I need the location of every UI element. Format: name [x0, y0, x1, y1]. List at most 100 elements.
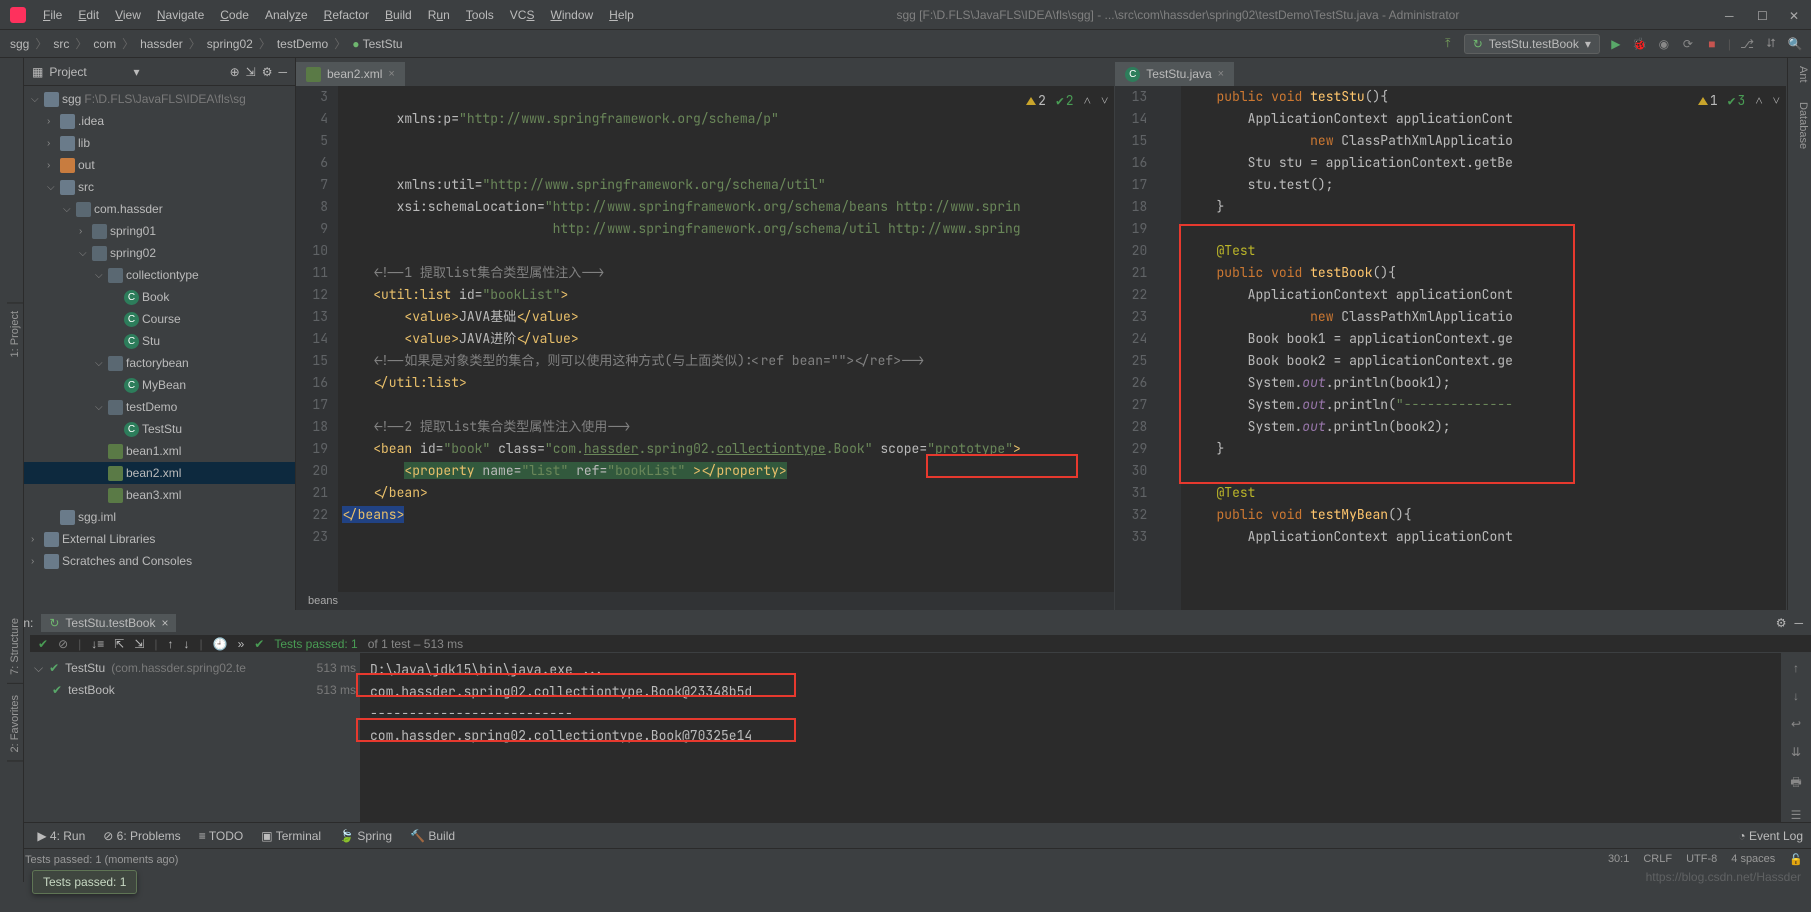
test-row[interactable]: ✔testBook513 ms [34, 679, 356, 701]
expand-icon[interactable]: ⇱ [114, 637, 124, 651]
close-tab-icon[interactable]: × [388, 68, 394, 80]
menu-run[interactable]: Run [421, 5, 457, 25]
tree-row[interactable]: ⌵com.hassder [24, 198, 295, 220]
prev-icon[interactable]: ↑ [168, 637, 174, 651]
menu-code[interactable]: Code [213, 5, 256, 25]
tree-row[interactable]: bean3.xml [24, 484, 295, 506]
menu-view[interactable]: View [108, 5, 148, 25]
down-icon[interactable]: ↓ [1793, 689, 1799, 703]
hide-icon[interactable]: ─ [278, 65, 287, 79]
chevron-up-icon[interactable]: ˄ [1755, 90, 1762, 112]
favorites-tool-button[interactable]: 2: Favorites [7, 687, 23, 761]
menu-file[interactable]: File [36, 5, 69, 25]
breadcrumb-item[interactable]: testDemo [275, 35, 330, 53]
breadcrumb-item[interactable]: sgg [8, 35, 31, 53]
gear-icon[interactable]: ⚙ [1776, 616, 1787, 630]
tree-row[interactable]: ⌵factorybean [24, 352, 295, 374]
menu-build[interactable]: Build [378, 5, 419, 25]
up-icon[interactable]: ↑ [1793, 661, 1799, 675]
ant-tool-button[interactable]: Ant [1795, 58, 1811, 91]
close-tab-icon[interactable]: × [1218, 68, 1224, 80]
print-icon[interactable]: 🖶 [1790, 773, 1801, 794]
run-tab[interactable]: ↻ TestStu.testBook × [41, 614, 176, 632]
tree-row[interactable]: bean1.xml [24, 440, 295, 462]
tree-row[interactable]: ⌵src [24, 176, 295, 198]
project-tool-button[interactable]: 1: Project [7, 302, 23, 365]
scroll-icon[interactable]: ⇊ [1791, 745, 1801, 759]
test-tree[interactable]: ⌵✔TestStu(com.hassder.spring02.te513 ms✔… [30, 653, 360, 822]
menu-help[interactable]: Help [602, 5, 641, 25]
menu-analyze[interactable]: Analyze [258, 5, 315, 25]
tree-row[interactable]: ›External Libraries [24, 528, 295, 550]
wrap-icon[interactable]: ↩ [1791, 717, 1801, 731]
pass-icon[interactable]: ✔ [38, 637, 48, 651]
filter-icon[interactable]: ☰ [1791, 808, 1802, 822]
breadcrumb-item[interactable]: spring02 [205, 35, 255, 53]
update-icon[interactable]: ⮃ [1763, 36, 1779, 52]
search-icon[interactable]: 🔍 [1787, 36, 1803, 52]
tab-teststu-java[interactable]: C TestStu.java × [1115, 60, 1234, 86]
menu-refactor[interactable]: Refactor [317, 5, 376, 25]
menu-tools[interactable]: Tools [459, 5, 501, 25]
maximize-icon[interactable]: ☐ [1757, 9, 1769, 21]
run-config-selector[interactable]: ↻ TestStu.testBook ▾ [1464, 34, 1600, 54]
expand-icon[interactable]: ⇲ [246, 65, 256, 79]
breadcrumb-item[interactable]: ● TestStu [350, 35, 404, 53]
tree-row[interactable]: sgg.iml [24, 506, 295, 528]
build-icon[interactable]: ⤒ [1440, 36, 1456, 52]
tab-problems[interactable]: ⊘ 6: Problems [103, 829, 180, 843]
minimize-icon[interactable]: ─ [1725, 9, 1737, 21]
export-icon[interactable]: » [238, 637, 245, 651]
menu-edit[interactable]: Edit [71, 5, 106, 25]
chevron-down-icon[interactable]: ˅ [1101, 90, 1108, 112]
tab-bean2-xml[interactable]: bean2.xml × [296, 60, 405, 86]
close-icon[interactable]: ✕ [1789, 9, 1801, 21]
lock-icon[interactable]: 🔓 [1789, 853, 1803, 866]
tree-row[interactable]: ›lib [24, 132, 295, 154]
chevron-down-icon[interactable]: ˅ [1773, 90, 1780, 112]
tree-row[interactable]: CBook [24, 286, 295, 308]
tree-row[interactable]: ⌵spring02 [24, 242, 295, 264]
run-icon[interactable]: ▶ [1608, 36, 1624, 52]
tab-spring[interactable]: 🍃 Spring [339, 829, 392, 843]
vcs-icon[interactable]: ⎇ [1739, 36, 1755, 52]
tree-row[interactable]: bean2.xml [24, 462, 295, 484]
profile-icon[interactable]: ⟳ [1680, 36, 1696, 52]
tree-row[interactable]: ›.idea [24, 110, 295, 132]
coverage-icon[interactable]: ◉ [1656, 36, 1672, 52]
tree-row[interactable]: ›Scratches and Consoles [24, 550, 295, 572]
code-editor-left[interactable]: 34567891011121314151617181920212223 xmln… [296, 86, 1114, 592]
menu-vcs[interactable]: VCS [503, 5, 542, 25]
breadcrumb-item[interactable]: com [91, 35, 118, 53]
locate-icon[interactable]: ⊕ [230, 65, 240, 79]
menu-window[interactable]: Window [543, 5, 600, 25]
next-icon[interactable]: ↓ [184, 637, 190, 651]
tree-row[interactable]: ›spring01 [24, 220, 295, 242]
fail-icon[interactable]: ⊘ [58, 637, 68, 651]
collapse-icon[interactable]: ⇲ [134, 637, 144, 651]
breadcrumb-item[interactable]: hassder [138, 35, 185, 53]
tab-todo[interactable]: ≡ TODO [199, 829, 244, 843]
chevron-up-icon[interactable]: ˄ [1084, 90, 1091, 112]
tree-row[interactable]: ›out [24, 154, 295, 176]
line-separator[interactable]: CRLF [1643, 853, 1672, 866]
test-row[interactable]: ⌵✔TestStu(com.hassder.spring02.te513 ms [34, 657, 356, 679]
history-icon[interactable]: 🕘 [213, 637, 228, 651]
stop-icon[interactable]: ■ [1704, 36, 1720, 52]
tree-row[interactable]: CCourse [24, 308, 295, 330]
tree-row[interactable]: CMyBean [24, 374, 295, 396]
database-tool-button[interactable]: Database [1795, 94, 1811, 157]
editor-breadcrumb[interactable]: beans [308, 595, 338, 607]
menu-navigate[interactable]: Navigate [150, 5, 211, 25]
tree-row[interactable]: CStu [24, 330, 295, 352]
gear-icon[interactable]: ⚙ [262, 65, 273, 79]
chevron-down-icon[interactable]: ▾ [133, 65, 139, 79]
event-log-button[interactable]: ◔ Event Log [1738, 829, 1803, 843]
tree-row[interactable]: ⌵sgg F:\D.FLS\JavaFLS\IDEA\fls\sg [24, 88, 295, 110]
sort-icon[interactable]: ↓≡ [91, 637, 104, 651]
console-output[interactable]: D:\Java\jdk15\bin\java.exe ...com.hassde… [360, 653, 1781, 822]
indent[interactable]: 4 spaces [1731, 853, 1775, 866]
tree-row[interactable]: ⌵testDemo [24, 396, 295, 418]
close-run-tab-icon[interactable]: × [161, 616, 168, 630]
project-tree[interactable]: ⌵sgg F:\D.FLS\JavaFLS\IDEA\fls\sg›.idea›… [24, 86, 295, 610]
